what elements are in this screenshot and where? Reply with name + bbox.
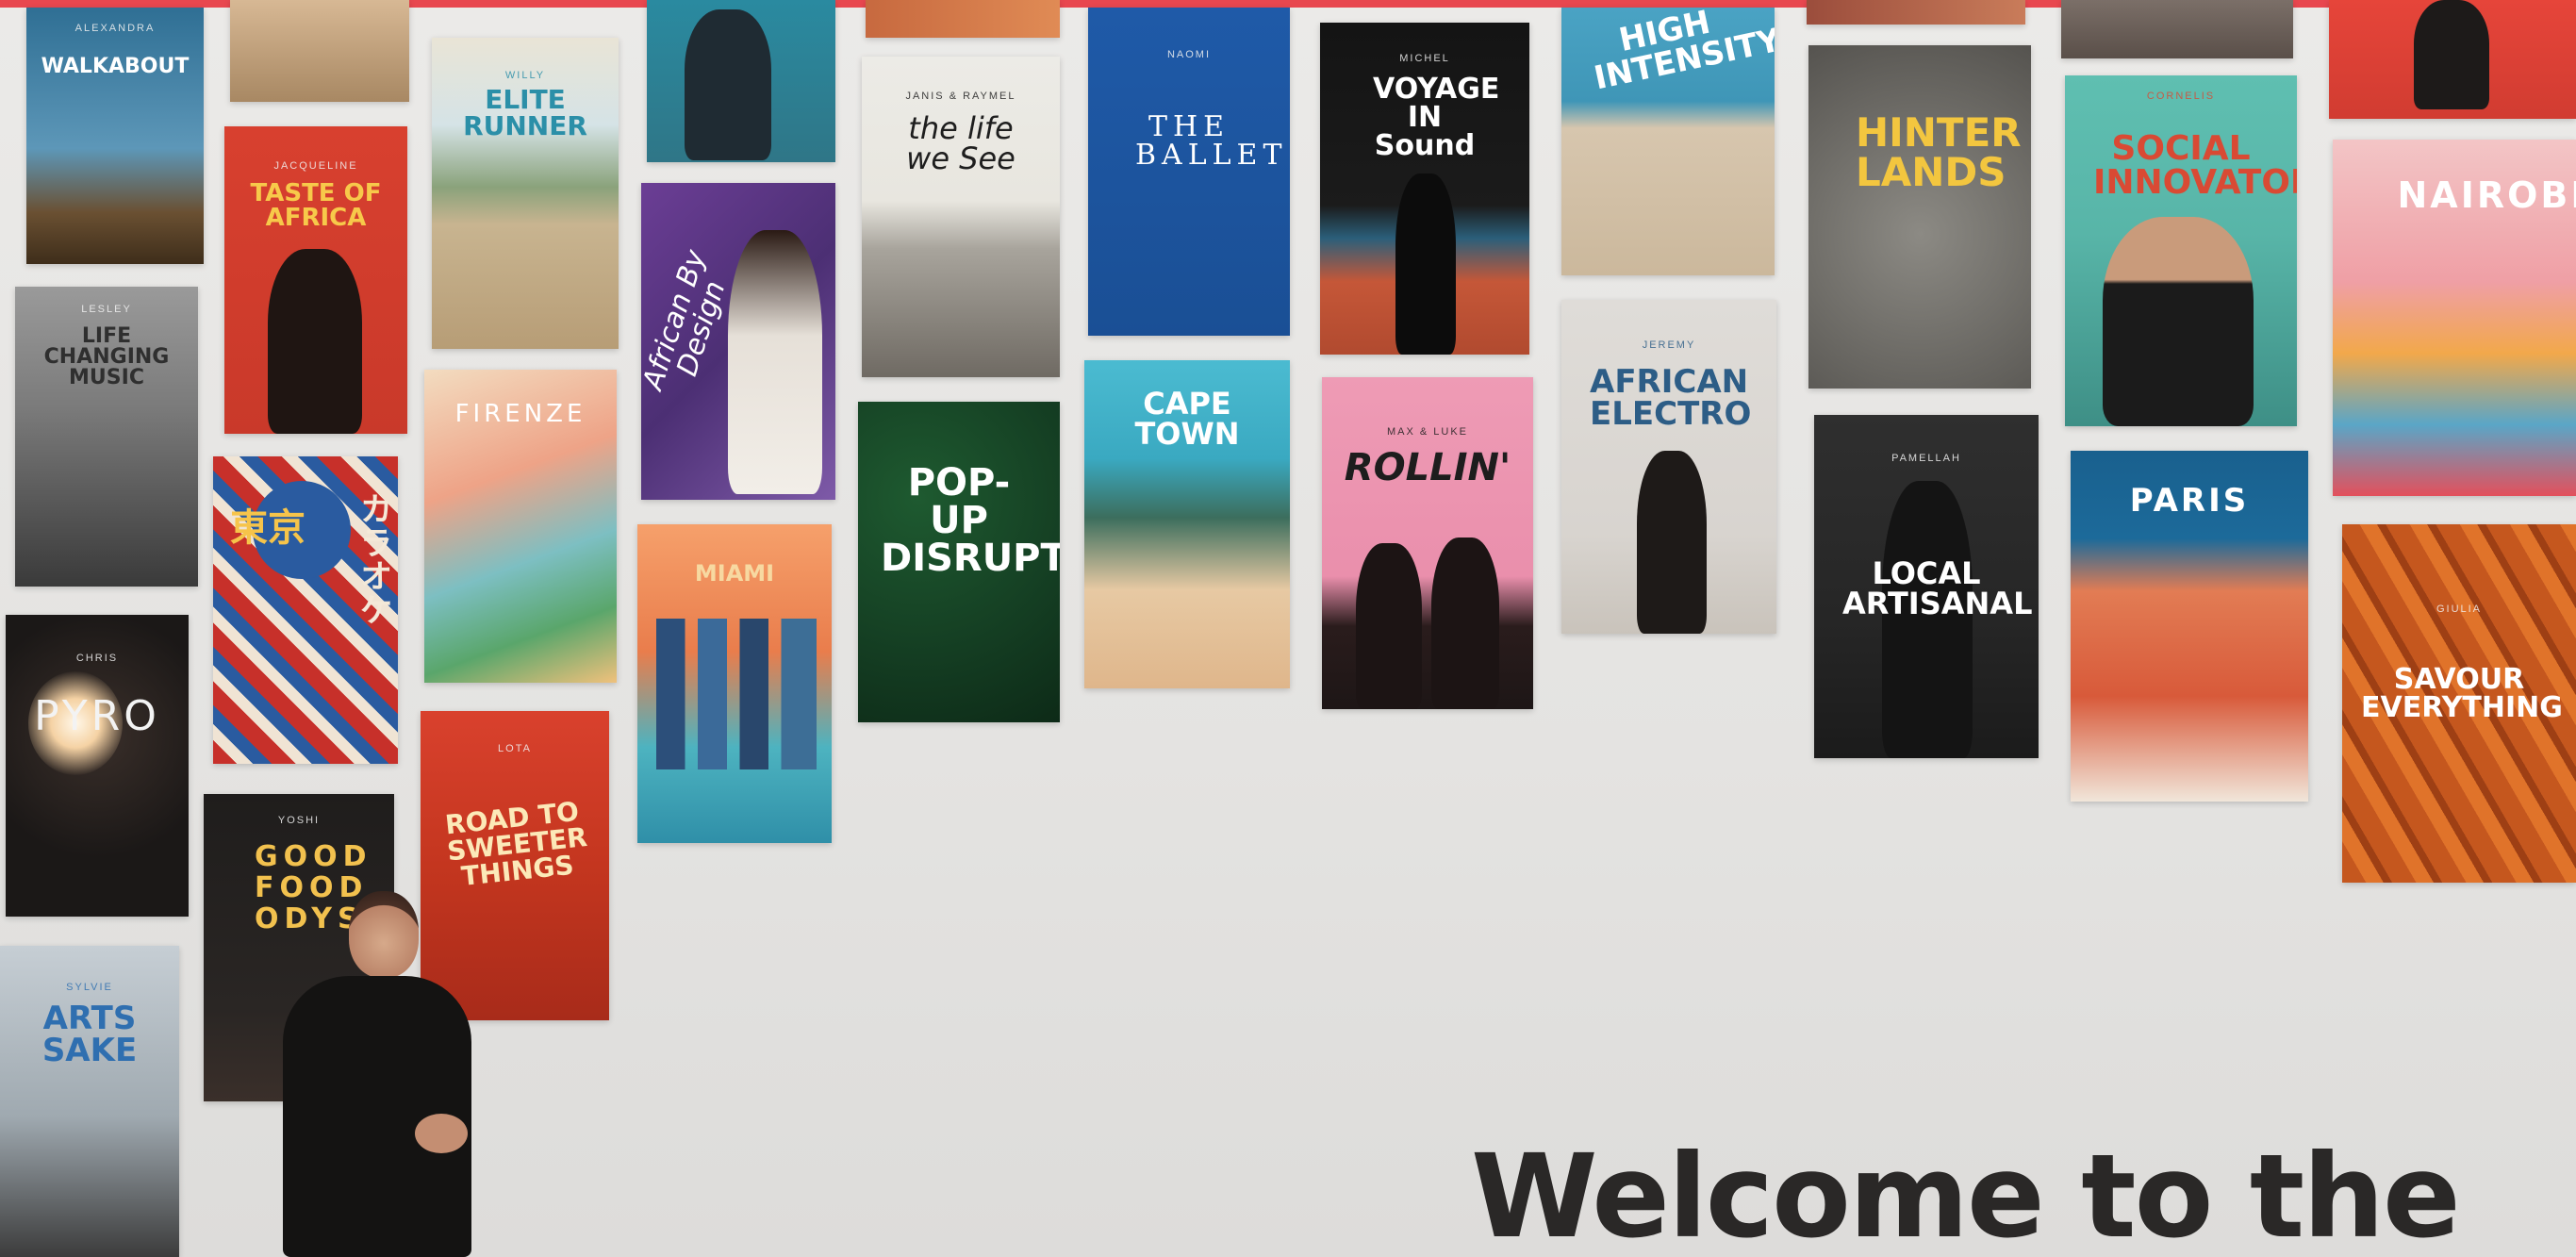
poster-high-intensity: HIGH INTENSITY [1561, 8, 1775, 275]
speaker-head [349, 891, 419, 978]
person-silhouette [685, 9, 771, 160]
poster-title: HIGH INTENSITY [1591, 8, 1775, 98]
speaker-hands [415, 1114, 468, 1153]
poster-name: YOSHI [277, 815, 321, 826]
person-silhouette [2414, 0, 2489, 109]
poster-savour-everything: GIULIA SAVOUR EVERYTHING [2342, 524, 2576, 883]
poster-social-innovator: CORNELIS SOCIAL INNOVATOR [2065, 75, 2297, 426]
poster-tokyo-karaoke: 東京 カラオケ [213, 456, 398, 764]
poster-name: LOTA [498, 743, 532, 754]
person-silhouette [1356, 543, 1422, 709]
poster-name: WILLY [504, 70, 546, 81]
poster-title: the life we See [906, 110, 1016, 176]
poster-local-artisanal: PAMELLAH LOCAL ARTISANAL [1814, 415, 2039, 758]
person-silhouette [1395, 174, 1456, 355]
poster-top-stub-3 [866, 0, 1060, 38]
poster-name: CORNELIS [2146, 91, 2216, 102]
person-silhouette [268, 249, 362, 434]
poster-taste-of-africa: JACQUELINE TASTE OF AFRICA [224, 126, 407, 434]
poster-cape-town: CAPE TOWN [1084, 360, 1290, 688]
poster-name: GIULIA [2436, 604, 2483, 615]
poster-title: PYRO [34, 692, 160, 740]
poster-title: THE BALLET [1135, 110, 1288, 172]
poster-name: JACQUELINE [273, 160, 358, 172]
poster-name: JEREMY [1642, 339, 1696, 351]
poster-title: ARTS SAKE [41, 1000, 138, 1069]
poster-the-life-we-see: JANIS & RAYMEL the life we See [862, 57, 1060, 377]
poster-title: MIAMI [694, 560, 775, 587]
poster-title: TASTE OF AFRICA [250, 179, 382, 232]
poster-title: ROAD TO SWEETER THINGS [443, 795, 589, 893]
poster-top-stub-2 [647, 0, 835, 162]
poster-title: NAIROBI [2397, 174, 2576, 216]
poster-voyage-in-sound: MICHEL VOYAGE IN Sound [1320, 23, 1529, 355]
poster-title: FIRENZE [454, 400, 586, 428]
poster-name: CHRIS [75, 653, 119, 664]
poster-title: LOCAL ARTISANAL [1842, 555, 2033, 621]
speaker-figure [273, 891, 500, 1257]
headline-text: Welcome to the [1471, 1130, 2461, 1257]
poster-title: ROLLIN' [1344, 446, 1511, 489]
poster-name: ALEXANDRA [74, 23, 156, 34]
poster-pop-up-disrupt: POP-UP DISRUPT [858, 402, 1060, 722]
poster-top-stub-5 [2061, 0, 2293, 58]
poster-title: VOYAGE IN Sound [1373, 73, 1500, 162]
poster-rollin: MAX & LUKE ROLLIN' [1322, 377, 1533, 709]
poster-name: MICHEL [1399, 53, 1450, 64]
poster-title: AFRICAN ELECTRO [1590, 363, 1752, 433]
person-silhouette [1637, 451, 1707, 634]
person-silhouette [728, 230, 822, 494]
poster-top-stub-1 [230, 0, 409, 102]
poster-firenze: FIRENZE [424, 370, 617, 683]
poster-title: HINTER LANDS [1856, 109, 2022, 195]
poster-title: POP-UP DISRUPT [881, 461, 1060, 580]
poster-title: LIFE CHANGING MUSIC [43, 324, 170, 389]
poster-nairobi: NAIROBI [2333, 140, 2576, 496]
poster-arts-sake: SYLVIE ARTS SAKE [0, 946, 179, 1257]
poster-walkabout: ALEXANDRA WALKABOUT [26, 8, 204, 264]
poster-top-stub-4 [1807, 0, 2025, 25]
poster-the-ballet: NAOMI THE BALLET [1088, 8, 1290, 336]
poster-african-by-design: African By Design [641, 183, 835, 500]
poster-paris: PARIS [2071, 451, 2308, 802]
poster-title: 東京 [230, 506, 305, 550]
poster-life-changing-music: LESLEY LIFE CHANGING MUSIC [15, 287, 198, 587]
poster-pyro: CHRIS PYRO [6, 615, 189, 917]
poster-title: SOCIAL INNOVATOR [2093, 129, 2297, 202]
poster-title: SAVOUR EVERYTHING [2361, 663, 2563, 724]
person-silhouette [1431, 538, 1499, 709]
presentation-stage: ALEXANDRA WALKABOUT LESLEY LIFE CHANGING… [0, 0, 2576, 1257]
poster-name: JANIS & RAYMEL [905, 91, 1016, 102]
person-silhouette [2103, 217, 2254, 426]
poster-title: PARIS [2129, 482, 2250, 520]
poster-hinter-lands: HINTER LANDS [1808, 45, 2031, 389]
poster-name: PAMELLAH [1891, 453, 1961, 464]
poster-title: WALKABOUT [41, 55, 190, 78]
poster-title: ELITE RUNNER [463, 84, 587, 141]
skyline [656, 619, 817, 769]
poster-miami: MIAMI [637, 524, 832, 843]
poster-title: CAPE TOWN [1134, 386, 1240, 452]
poster-name: SYLVIE [66, 982, 113, 993]
poster-subtitle: カラオケ [360, 492, 392, 630]
poster-name: NAOMI [1166, 49, 1212, 60]
poster-name: MAX & LUKE [1386, 426, 1469, 438]
poster-name: LESLEY [81, 304, 132, 315]
poster-top-stub-6 [2329, 0, 2576, 119]
poster-african-electro: JEREMY AFRICAN ELECTRO [1561, 300, 1776, 634]
poster-elite-runner: WILLY ELITE RUNNER [432, 38, 619, 349]
